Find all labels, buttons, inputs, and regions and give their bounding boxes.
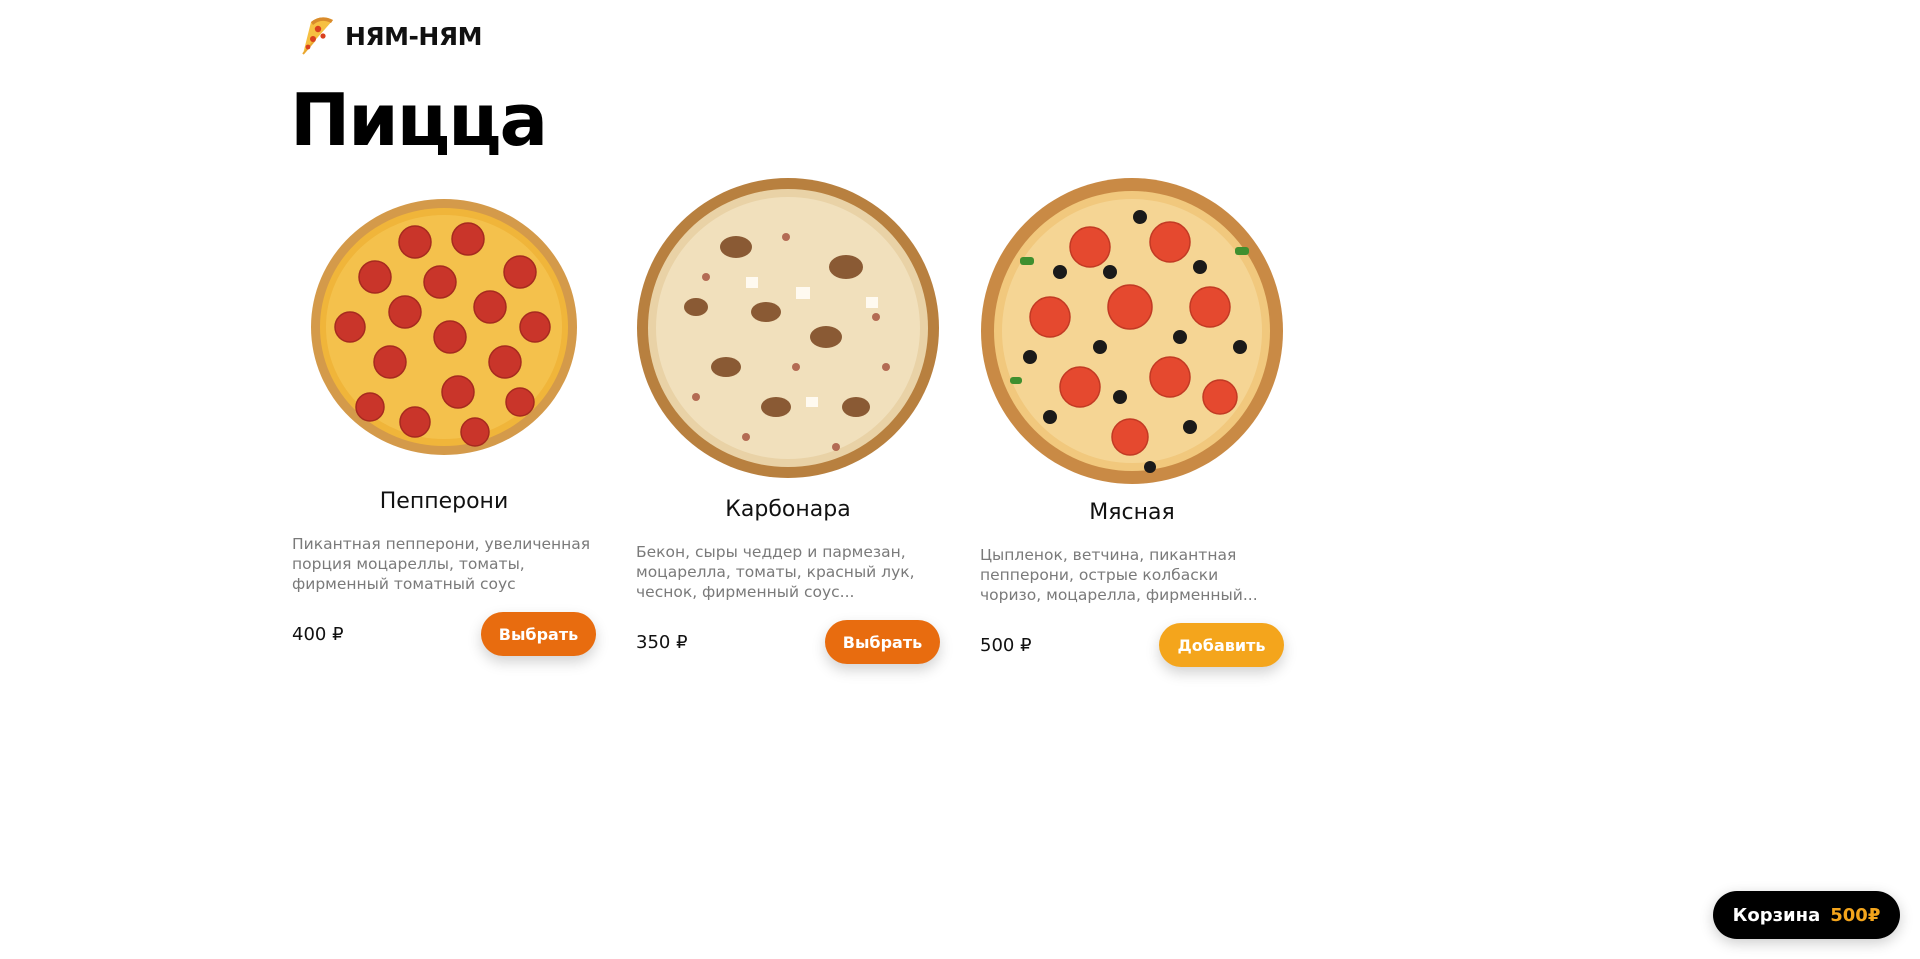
brand-name: НЯМ-НЯМ bbox=[345, 21, 482, 51]
product-name: Пепперони bbox=[379, 489, 509, 514]
product-name: Мясная bbox=[1089, 500, 1175, 525]
product-footer: 500 ₽ Добавить bbox=[980, 623, 1284, 668]
add-button[interactable]: Добавить bbox=[1159, 623, 1284, 668]
product-price: 350 ₽ bbox=[636, 631, 688, 653]
carbonara-pizza-image[interactable] bbox=[636, 177, 940, 480]
cart-label: Корзина bbox=[1732, 904, 1821, 926]
product-card: Карбонара Бекон, сыры чеддер и пармезан,… bbox=[636, 177, 940, 665]
product-name: Карбонара bbox=[725, 497, 851, 522]
product-description: Цыпленок, ветчина, пикантная пепперони, … bbox=[980, 546, 1258, 605]
product-description: Пикантная пепперони, увеличенная порция … bbox=[292, 535, 591, 594]
product-price: 500 ₽ bbox=[980, 634, 1032, 656]
cart-total: 500₽ bbox=[1830, 904, 1881, 926]
page: НЯМ-НЯМ Пицца Пепперони Пикантная пеппер… bbox=[0, 0, 1920, 959]
product-footer: 350 ₽ Выбрать bbox=[636, 620, 940, 665]
product-card: Мясная Цыпленок, ветчина, пикантная пепп… bbox=[980, 177, 1284, 668]
cart-button[interactable]: Корзина 500₽ bbox=[1713, 891, 1900, 939]
product-footer: 400 ₽ Выбрать bbox=[292, 612, 596, 657]
pizza-slice-icon bbox=[302, 17, 333, 55]
select-button[interactable]: Выбрать bbox=[481, 612, 596, 657]
pepperoni-pizza-image[interactable] bbox=[310, 197, 578, 457]
product-price: 400 ₽ bbox=[292, 623, 344, 645]
product-description: Бекон, сыры чеддер и пармезан, моцарелла… bbox=[636, 543, 915, 602]
product-card: Пепперони Пикантная пепперони, увеличенн… bbox=[292, 197, 596, 657]
meat-pizza-image[interactable] bbox=[980, 177, 1284, 485]
page-title: Пицца bbox=[290, 78, 548, 162]
select-button[interactable]: Выбрать bbox=[825, 620, 940, 665]
logo[interactable]: НЯМ-НЯМ bbox=[291, 12, 482, 60]
